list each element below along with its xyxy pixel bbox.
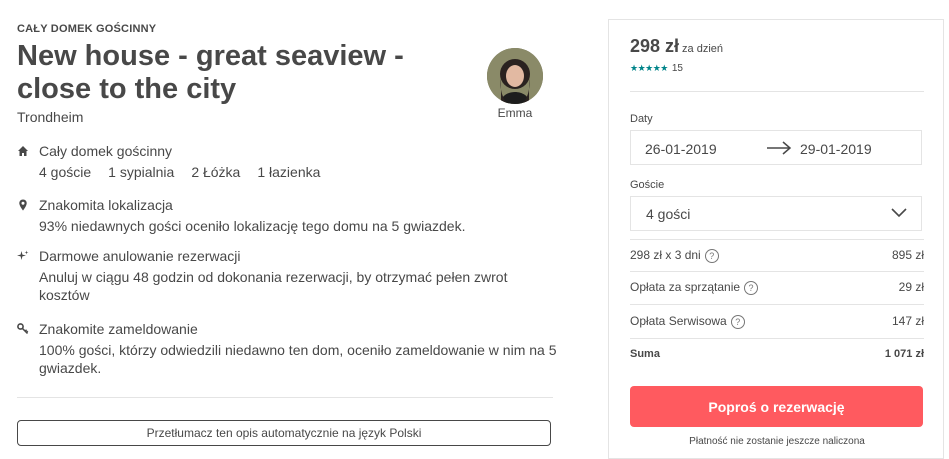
feature-heading: Znakomita lokalizacja: [39, 197, 173, 213]
feature-description: Anuluj w ciągu 48 godzin od dokonania re…: [39, 269, 508, 303]
feature-description: 93% niedawnych gości oceniło lokalizację…: [39, 218, 466, 234]
row-label: Opłata za sprzątanie: [630, 280, 741, 294]
spec-beds: 2 Łóżka: [191, 164, 241, 180]
divider: [630, 338, 924, 339]
divider: [630, 304, 924, 305]
divider: [630, 239, 924, 240]
help-icon[interactable]: ?: [704, 249, 719, 263]
arrow-right-icon: [767, 141, 792, 155]
feature-specs: 4 goście 1 sypialnia 2 Łóżka 1 łazienka: [39, 163, 559, 181]
divider: [630, 271, 924, 272]
review-count: 15: [671, 63, 683, 74]
sparkle-icon: [17, 250, 29, 260]
listing-title: New house - great seaview - close to the…: [17, 40, 404, 105]
feature-heading: Znakomite zameldowanie: [39, 321, 198, 337]
price-value: 298 zł: [630, 36, 680, 56]
payment-note: Płatność nie zostanie jeszcze naliczona: [689, 436, 865, 447]
divider: [17, 397, 553, 398]
guests-select[interactable]: 4 gości: [630, 196, 922, 231]
spec-guests: 4 goście: [39, 164, 92, 180]
price-row-total: Suma 1 071 zł: [630, 348, 924, 364]
feature-heading: Cały domek gościnny: [39, 143, 173, 159]
guests-value: 4 gości: [646, 206, 691, 222]
spec-bedrooms: 1 sypialnia: [108, 164, 175, 180]
location-pin-icon: [19, 199, 27, 211]
price-row-nights: 298 zł x 3 dni? 895 zł: [630, 248, 924, 264]
listing-details: CAŁY DOMEK GOŚCINNY New house - great se…: [17, 0, 557, 454]
row-value: 147 zł: [891, 314, 924, 328]
chevron-down-icon: [891, 208, 907, 218]
price-row-service: Opłata Serwisowa? 147 zł: [630, 314, 924, 330]
host-name: Emma: [497, 106, 533, 120]
request-reservation-button[interactable]: Poproś o rezerwację: [630, 386, 923, 427]
guests-label: Goście: [630, 179, 665, 191]
date-range-picker: 26-01-2019 29-01-2019: [630, 130, 922, 165]
spec-bathrooms: 1 łazienka: [257, 164, 321, 180]
row-label: Opłata Serwisowa: [630, 314, 727, 328]
row-label: 298 zł x 3 dni: [630, 248, 701, 262]
check-in-date[interactable]: 26-01-2019: [645, 141, 717, 157]
key-icon: [17, 323, 29, 335]
rating[interactable]: ★★★★★ 15: [630, 63, 683, 74]
home-icon: [18, 146, 28, 156]
translate-description-button[interactable]: Przetłumacz ten opis automatycznie na ję…: [17, 420, 551, 446]
host-profile[interactable]: Emma: [485, 48, 545, 120]
price-period: za dzień: [682, 43, 724, 55]
star-rating-icon: ★★★★★: [630, 63, 668, 73]
price-row-cleaning: Opłata za sprzątanie? 29 zł: [630, 280, 924, 296]
row-value: 895 zł: [891, 248, 924, 262]
check-out-date[interactable]: 29-01-2019: [800, 141, 872, 157]
avatar[interactable]: [487, 48, 543, 104]
booking-card: 298 zł za dzień ★★★★★ 15 Daty 26-01-2019 2…: [608, 19, 944, 459]
total-label: Suma: [630, 348, 660, 360]
divider: [630, 91, 924, 92]
nightly-price: 298 zł za dzień: [630, 36, 723, 57]
help-icon[interactable]: ?: [744, 281, 759, 295]
dates-label: Daty: [630, 113, 653, 125]
feature-heading: Darmowe anulowanie rezerwacji: [39, 248, 241, 264]
row-value: 29 zł: [898, 280, 924, 294]
listing-type: CAŁY DOMEK GOŚCINNY: [17, 23, 157, 35]
feature-description: 100% gości, którzy odwiedzili niedawno t…: [39, 342, 557, 376]
listing-city[interactable]: Trondheim: [17, 109, 83, 125]
help-icon[interactable]: ?: [730, 315, 745, 329]
total-value: 1 071 zł: [884, 348, 924, 360]
